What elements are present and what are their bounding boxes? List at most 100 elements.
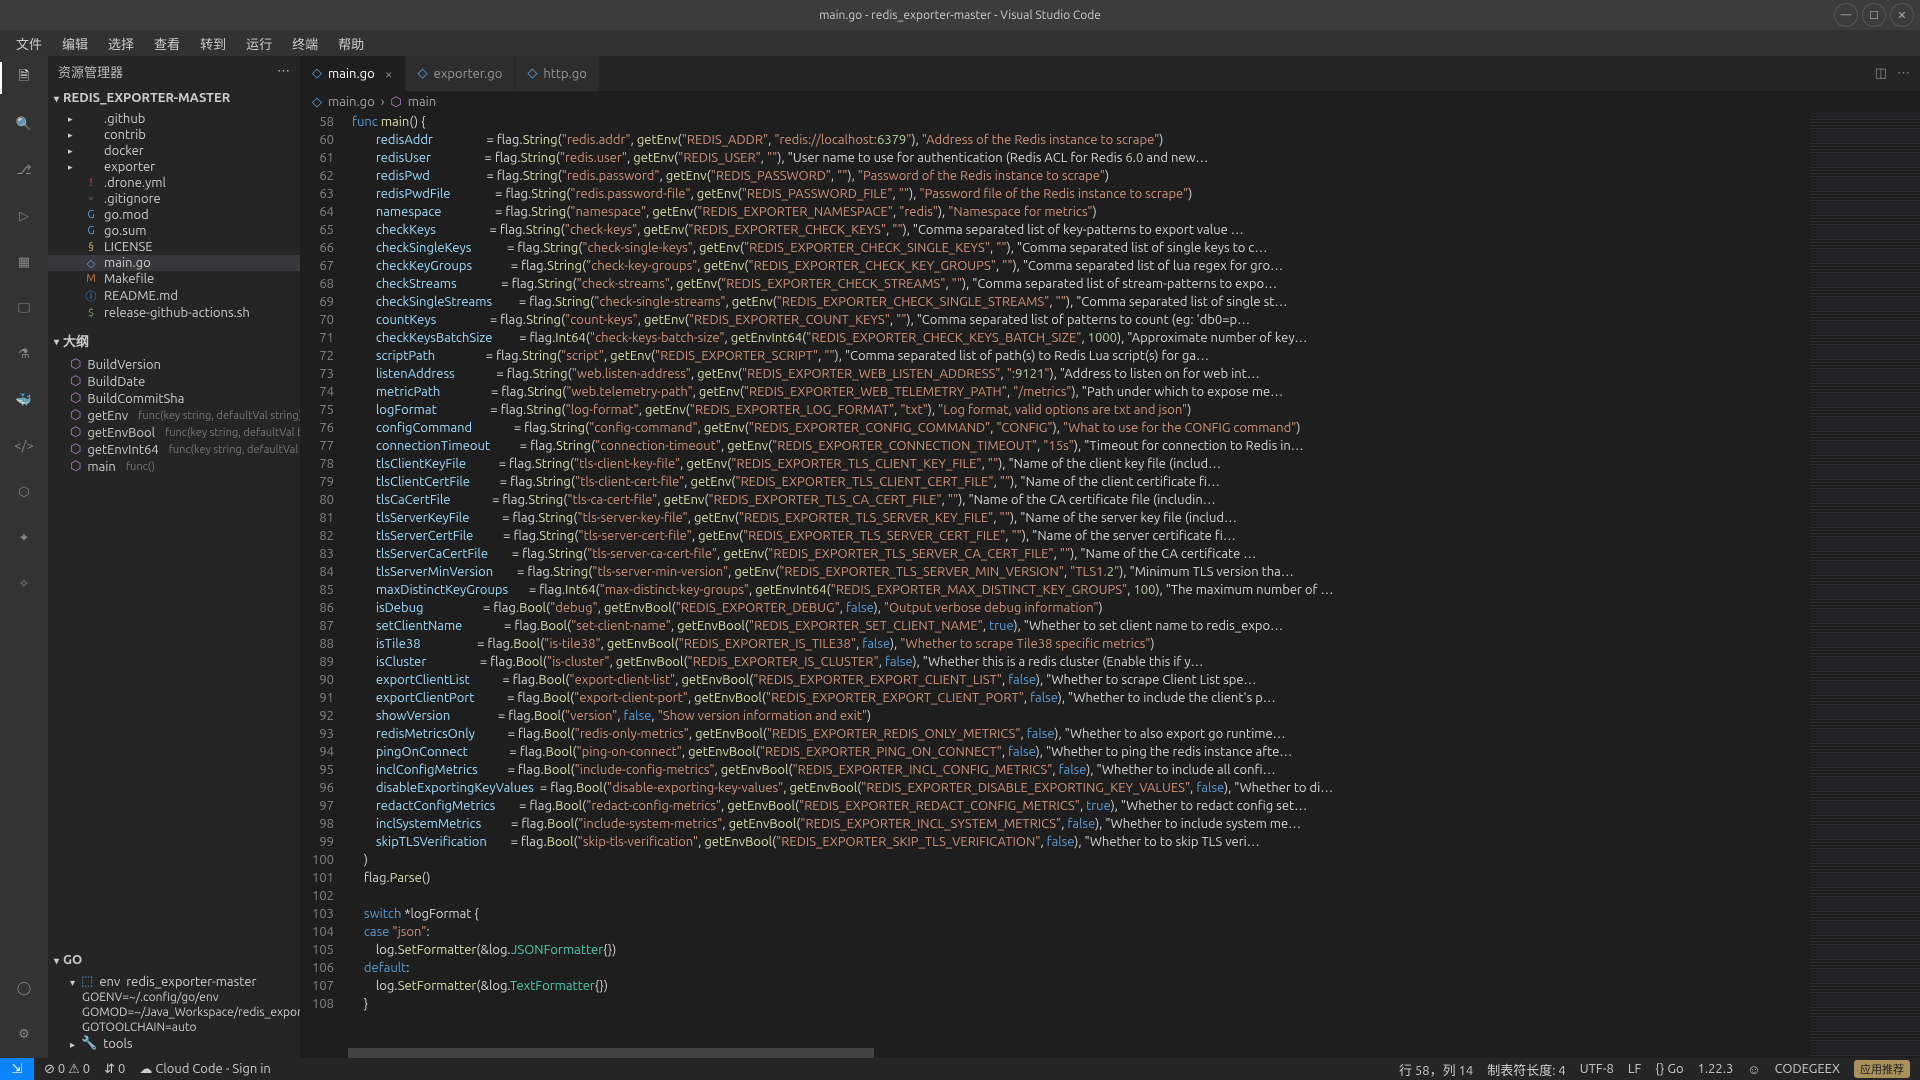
source-control-icon[interactable]: ⎇ [10,156,38,184]
ports-status[interactable]: ⇵ 0 [104,1062,125,1077]
tab-main.go[interactable]: ◇main.go× [300,56,406,91]
file-release-github-actions.sh[interactable]: $release-github-actions.sh [48,305,300,321]
sparkle-icon[interactable]: ✧ [10,570,38,598]
symbol-name: BuildDate [87,375,145,389]
split-editor-icon[interactable]: ◫ [1875,66,1887,81]
file-README.md[interactable]: ⓘREADME.md [48,287,300,305]
activity-bar: 🗎 🔍 ⎇ ▷ ▦ 🖵 ⚗ 🐳 </> ⬡ ✦ ✧ ◯ ⚙ [0,56,48,1058]
scrollbar-thumb[interactable] [348,1048,874,1058]
breadcrumb-symbol[interactable]: main [408,95,436,109]
file-go.mod[interactable]: Ggo.mod [48,207,300,223]
eol-status[interactable]: LF [1628,1062,1641,1076]
accounts-icon[interactable]: ◯ [10,974,38,1002]
file-name: exporter [104,160,155,174]
file-icon: ⓘ [84,288,98,304]
file-contrib[interactable]: ▸contrib [48,127,300,143]
outline-getEnvInt64[interactable]: ⬡ getEnvInt64func(key string, defaultVal… [48,441,300,458]
search-icon[interactable]: 🔍 [10,110,38,138]
menu-bar: 文件编辑选择查看转到运行终端帮助 [0,30,1920,56]
run-debug-icon[interactable]: ▷ [10,202,38,230]
outline-BuildDate[interactable]: ⬡ BuildDate [48,373,300,390]
testing-icon[interactable]: ⚗ [10,340,38,368]
symbol-name: BuildCommitSha [87,392,184,406]
language-mode[interactable]: {} Go [1655,1062,1683,1076]
go-env-var[interactable]: GOMOD=~/Java_Workspace/redis_exporter-m.… [48,1005,300,1020]
file-tree: ▸.github▸contrib▸docker▸exporter!.drone.… [48,109,300,327]
python-icon[interactable]: ⬡ [10,478,38,506]
file-name: .github [104,112,145,126]
codegeex-status[interactable]: CODEGEEX [1775,1062,1840,1076]
go-env-node[interactable]: ⬚ env redis_exporter-master [48,973,300,990]
file-name: .gitignore [104,192,161,206]
minimap[interactable] [1810,113,1920,1058]
outline-main[interactable]: ⬡ mainfunc() [48,458,300,475]
outline-BuildVersion[interactable]: ⬡ BuildVersion [48,356,300,373]
breadcrumb[interactable]: ◇ main.go › ⬡ main [300,91,1920,113]
menu-帮助[interactable]: 帮助 [330,32,372,55]
menu-运行[interactable]: 运行 [238,32,280,55]
menu-查看[interactable]: 查看 [146,32,188,55]
remote-explorer-icon[interactable]: 🖵 [10,294,38,322]
file-.drone.yml[interactable]: !.drone.yml [48,175,300,191]
go-file-icon: ◇ [312,66,322,81]
menu-转到[interactable]: 转到 [192,32,234,55]
go-section[interactable]: GO [48,949,300,971]
encoding-status[interactable]: UTF-8 [1580,1062,1614,1076]
explorer-icon[interactable]: 🗎 [10,64,38,92]
menu-编辑[interactable]: 编辑 [54,32,96,55]
cloud-code-status[interactable]: ☁ Cloud Code - Sign in [139,1062,270,1077]
go-file-icon: ◇ [527,66,537,81]
go-env-var[interactable]: GOTOOLCHAIN=auto [48,1020,300,1035]
code-area[interactable]: 5860616263646566676869707172737475767778… [300,113,1920,1058]
go-env-var[interactable]: GOENV=~/.config/go/env [48,990,300,1005]
file-exporter[interactable]: ▸exporter [48,159,300,175]
indentation-status[interactable]: 制表符长度: 4 [1487,1060,1566,1079]
file-Makefile[interactable]: MMakefile [48,271,300,287]
maximize-button[interactable]: ☐ [1862,3,1886,27]
file-.github[interactable]: ▸.github [48,111,300,127]
outline-getEnv[interactable]: ⬡ getEnvfunc(key string, defaultVal stri… [48,407,300,424]
code-content[interactable]: func main() { redisAddr = flag.String("r… [348,113,1810,1058]
more-icon[interactable]: ⋯ [1897,66,1910,81]
file-icon: ◇ [84,257,98,270]
tab-http.go[interactable]: ◇http.go [515,56,599,91]
docker-icon[interactable]: 🐳 [10,386,38,414]
close-icon[interactable]: × [385,66,393,82]
menu-文件[interactable]: 文件 [8,32,50,55]
go-version[interactable]: 1.22.3 [1698,1062,1734,1076]
recommendation-badge[interactable]: 应用推荐 [1854,1060,1910,1078]
outline-section[interactable]: 大纲 [48,327,300,354]
symbol-sig: func(key string, defaultVal int64) int64 [169,444,300,456]
file-docker[interactable]: ▸docker [48,143,300,159]
go-tools-node[interactable]: 🔧 tools [48,1035,300,1052]
horizontal-scrollbar[interactable] [348,1048,1810,1058]
file-main.go[interactable]: ◇main.go [48,255,300,271]
file-LICENSE[interactable]: §LICENSE [48,239,300,255]
file-.gitignore[interactable]: ◦.gitignore [48,191,300,207]
tab-exporter.go[interactable]: ◇exporter.go [406,56,516,91]
cursor-position[interactable]: 行 58，列 14 [1399,1060,1473,1079]
extensions-icon[interactable]: ▦ [10,248,38,276]
explorer-title: 资源管理器 [58,62,123,81]
folder-root[interactable]: REDIS_EXPORTER-MASTER [48,87,300,109]
go-tree: ⬚ env redis_exporter-master GOENV=~/.con… [48,971,300,1058]
feedback-icon[interactable]: ☺ [1747,1062,1760,1077]
problems-status[interactable]: ⊘ 0 ⚠ 0 [44,1062,90,1077]
close-button[interactable]: ✕ [1890,3,1914,27]
menu-终端[interactable]: 终端 [284,32,326,55]
go-env-label: env [99,975,120,989]
outline-getEnvBool[interactable]: ⬡ getEnvBoolfunc(key string, defaultVal … [48,424,300,441]
more-actions-icon[interactable]: ⋯ [277,64,290,79]
menu-选择[interactable]: 选择 [100,32,142,55]
settings-icon[interactable]: ⚙ [10,1020,38,1048]
remote-indicator[interactable]: ⇲ [0,1058,34,1080]
more-icon[interactable]: ✦ [10,524,38,552]
outline-BuildCommitSha[interactable]: ⬡ BuildCommitSha [48,390,300,407]
file-go.sum[interactable]: Ggo.sum [48,223,300,239]
cube-icon: ⬚ [81,974,93,989]
file-icon: $ [84,307,98,319]
codegeex-icon[interactable]: </> [10,432,38,460]
tab-label: exporter.go [434,67,503,81]
breadcrumb-file[interactable]: main.go [328,95,375,109]
minimize-button[interactable]: — [1834,3,1858,27]
